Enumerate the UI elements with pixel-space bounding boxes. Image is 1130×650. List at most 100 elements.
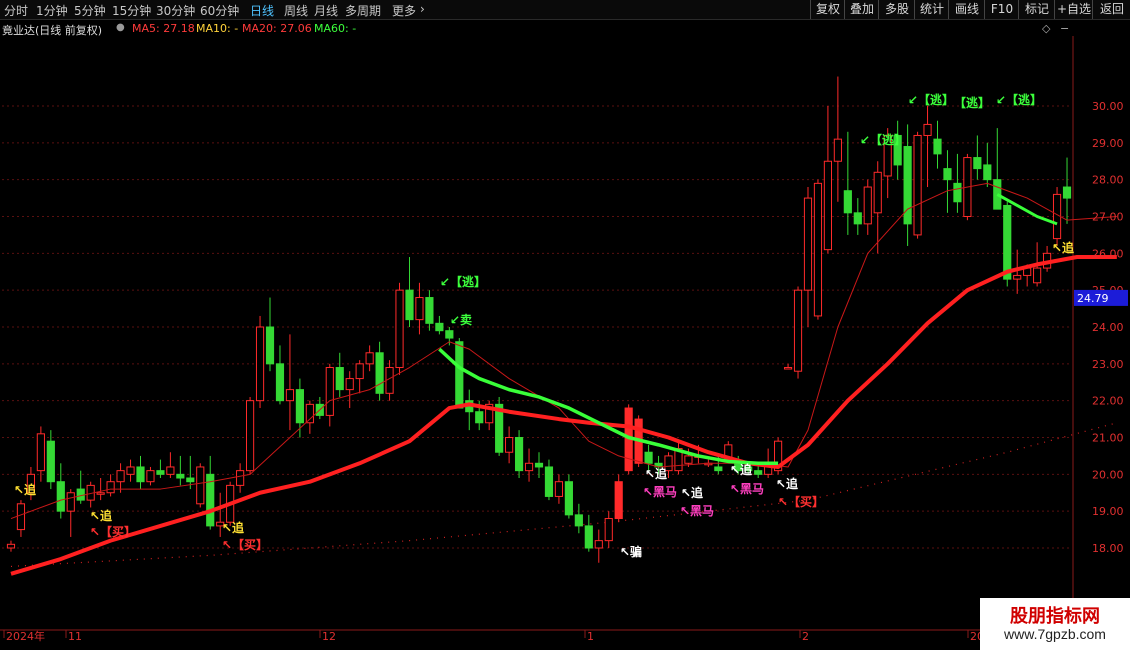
multi-stock-button[interactable]: 多股 — [878, 0, 915, 19]
add-watchlist-button[interactable]: +自选 — [1054, 0, 1093, 19]
candle-body — [684, 455, 693, 464]
y-tick-label: 24.00 — [1092, 321, 1124, 334]
candle-body — [644, 451, 653, 464]
candle-body — [236, 470, 245, 486]
diamond-icon[interactable]: ◇ — [1042, 22, 1050, 35]
candle-body — [833, 138, 842, 162]
candle-body — [1062, 186, 1072, 199]
candle-body — [126, 466, 135, 475]
signal-chase: ↖追 — [222, 520, 245, 535]
candle-body — [36, 433, 45, 472]
y-tick-label: 27.00 — [1092, 211, 1124, 224]
candle-body — [395, 289, 404, 369]
candle-body — [445, 330, 454, 339]
candle-body — [853, 212, 862, 225]
candle-body — [943, 168, 952, 181]
candle-body — [524, 462, 534, 472]
overlay-button[interactable]: 叠加 — [844, 0, 879, 19]
draw-line-button[interactable]: 画线 — [948, 0, 985, 19]
candle-body — [6, 543, 16, 549]
candle-body — [793, 289, 803, 372]
signal-escape: ↙【逃】 — [908, 92, 954, 107]
signal-escape: ↙【逃】 — [860, 132, 906, 147]
candle-body — [475, 411, 484, 424]
candle-body — [803, 197, 813, 291]
candle-body — [574, 514, 583, 527]
candle-body — [953, 182, 962, 203]
signal-chase: ↖追 — [645, 466, 668, 481]
tab-1min[interactable]: 1分钟 — [36, 2, 68, 19]
x-tick-label: 2024年 — [6, 629, 45, 643]
indicator-info-bar: 竟业达(日线 前复权) ● MA5: 27.18 MA10: - MA20: 2… — [0, 20, 1130, 37]
candle-body — [425, 297, 434, 324]
mark-button[interactable]: 标记 — [1018, 0, 1055, 19]
candle-body — [1003, 204, 1012, 280]
candle-body — [973, 157, 982, 170]
candle-body — [66, 492, 75, 512]
ma20-line — [10, 255, 1117, 576]
candle-body — [96, 492, 105, 495]
y-tick-label: 18.00 — [1092, 542, 1124, 555]
candle-body — [923, 123, 932, 136]
y-tick-label: 23.00 — [1092, 358, 1124, 371]
tab-multi-period[interactable]: 多周期 — [345, 2, 381, 19]
x-tick-label: 1 — [587, 630, 594, 643]
candle-body — [983, 164, 992, 181]
ma5-value: MA5: 27.18 — [132, 22, 195, 35]
signal-chase: ↖追 — [14, 482, 37, 497]
candle-body — [245, 400, 255, 472]
stats-button[interactable]: 统计 — [914, 0, 949, 19]
candle-body — [275, 363, 285, 402]
signal-chase: ↖追 — [776, 476, 799, 491]
tab-more[interactable]: 更多 — [392, 2, 416, 19]
candle-body — [913, 134, 922, 236]
y-tick-label: 30.00 — [1092, 100, 1124, 113]
adjust-button[interactable]: 复权 — [810, 0, 845, 19]
signal-escape: ↙【逃】 — [440, 274, 486, 289]
candle-body — [554, 481, 564, 497]
candle-body — [435, 322, 444, 332]
tab-30min[interactable]: 30分钟 — [156, 2, 195, 19]
settings-icon[interactable]: ● — [116, 22, 125, 33]
candle-body — [196, 466, 205, 505]
f10-button[interactable]: F10 — [984, 0, 1019, 19]
candle-body — [186, 477, 195, 483]
candle-body — [265, 326, 275, 365]
candle-body — [156, 470, 165, 475]
tab-monthly[interactable]: 月线 — [314, 2, 338, 19]
tab-weekly[interactable]: 周线 — [284, 2, 308, 19]
candle-body — [56, 481, 65, 512]
candle-body — [714, 466, 723, 472]
x-tick-label: 11 — [68, 630, 82, 643]
x-tick-label: 2 — [802, 630, 809, 643]
chevron-right-icon[interactable]: › — [420, 2, 425, 16]
y-tick-label: 20.00 — [1092, 468, 1124, 481]
tab-15min[interactable]: 15分钟 — [112, 2, 151, 19]
back-button[interactable]: 返回 — [1092, 0, 1130, 19]
candle-body — [564, 481, 573, 516]
minus-icon[interactable]: − — [1060, 22, 1069, 35]
tab-5min[interactable]: 5分钟 — [74, 2, 106, 19]
signal-trap: ↖骗 — [620, 544, 642, 559]
candle-body — [843, 190, 852, 214]
candle-body — [455, 341, 464, 409]
candle-body — [534, 462, 544, 468]
y-tick-label: 26.00 — [1092, 247, 1124, 260]
candle-body — [823, 160, 833, 251]
tab-daily[interactable]: 日线 — [250, 2, 274, 19]
candle-body — [166, 466, 175, 475]
tab-timeshare[interactable]: 分时 — [4, 2, 28, 19]
candle-body — [355, 363, 364, 380]
candle-body — [176, 473, 185, 479]
candle-body — [813, 182, 823, 317]
ma10-line — [10, 182, 1117, 520]
y-tick-label: 22.00 — [1092, 395, 1124, 408]
candle-body — [375, 352, 384, 394]
candle-body — [335, 367, 344, 391]
candle-body — [295, 389, 304, 424]
candle-body — [255, 326, 265, 402]
candlestick-chart[interactable]: 30.0029.0028.0027.0026.0025.0024.0023.00… — [0, 36, 1130, 650]
tab-60min[interactable]: 60分钟 — [200, 2, 239, 19]
y-tick-label: 19.00 — [1092, 505, 1124, 518]
candle-body — [405, 289, 414, 321]
